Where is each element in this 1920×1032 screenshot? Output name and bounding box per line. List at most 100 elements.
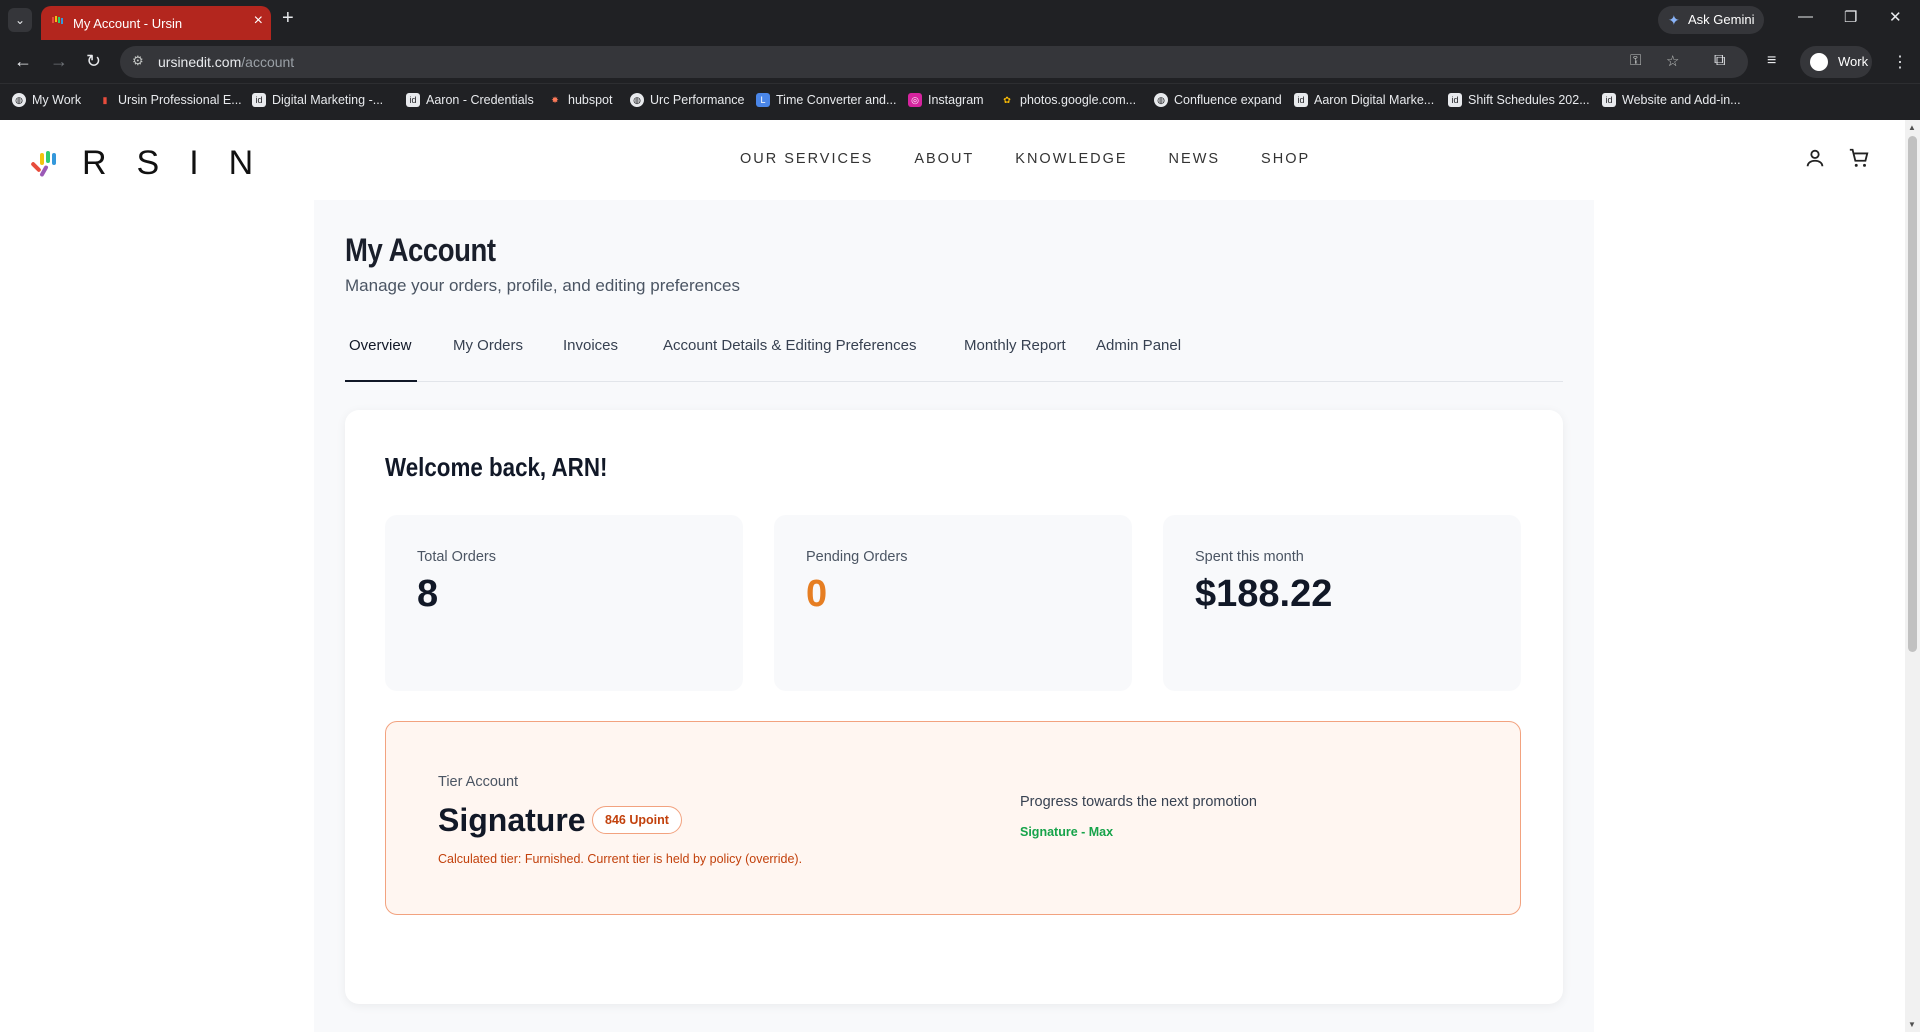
browser-tab-active[interactable]: My Account - Ursin × xyxy=(41,6,271,40)
bookmark-item[interactable]: id Aaron Digital Marke... xyxy=(1294,93,1434,107)
ask-gemini-button[interactable]: ✦ Ask Gemini xyxy=(1658,6,1764,34)
window-close-icon[interactable]: ✕ xyxy=(1889,8,1902,26)
tab-admin-panel[interactable]: Admin Panel xyxy=(1092,337,1185,382)
site-header: RSIN OUR SERVICES ABOUT KNOWLEDGE NEWS S… xyxy=(0,120,1905,200)
promotion-path: Signature - Max xyxy=(1020,825,1114,839)
doc-icon: id xyxy=(1602,93,1616,107)
restore-icon[interactable]: ❐ xyxy=(1844,8,1857,26)
bookmark-item[interactable]: id Website and Add-in... xyxy=(1602,93,1741,107)
tab-invoices[interactable]: Invoices xyxy=(559,337,622,382)
reload-icon[interactable]: ↻ xyxy=(86,51,101,72)
stat-pending-orders: Pending Orders 0 xyxy=(774,515,1132,691)
profile-button[interactable]: Work xyxy=(1800,46,1872,78)
bookmark-item[interactable]: id Aaron - Credentials xyxy=(406,93,534,107)
overview-card: Welcome back, ARN! Total Orders 8 Pendin… xyxy=(345,410,1563,1004)
scroll-up-icon[interactable]: ▲ xyxy=(1908,123,1916,132)
account-panel: My Account Manage your orders, profile, … xyxy=(314,200,1594,1032)
welcome-heading: Welcome back, ARN! xyxy=(385,452,608,482)
site-settings-icon[interactable]: ⚙ xyxy=(132,53,144,69)
globe-icon: ◍ xyxy=(630,93,644,107)
site-logo[interactable]: RSIN xyxy=(30,144,284,183)
tab-overview[interactable]: Overview xyxy=(345,337,417,382)
ursin-favicon-icon xyxy=(52,16,63,24)
page-title: My Account xyxy=(345,232,496,268)
tier-label: Tier Account xyxy=(438,774,519,790)
page-subtitle: Manage your orders, profile, and editing… xyxy=(345,276,741,295)
photos-icon: ✿ xyxy=(1003,95,1011,105)
address-bar[interactable]: ⚙ ursinedit.com/account ⚿ ☆ xyxy=(120,46,1748,78)
cart-icon[interactable] xyxy=(1848,147,1870,169)
url-text: ursinedit.com/account xyxy=(158,54,295,70)
doc-icon: id xyxy=(406,93,420,107)
main-nav: OUR SERVICES ABOUT KNOWLEDGE NEWS SHOP xyxy=(740,151,1310,167)
tab-monthly-report[interactable]: Monthly Report xyxy=(960,337,1070,382)
stat-value: $188.22 xyxy=(1195,573,1333,615)
bookmarks-bar: ◍ My Work ▮ Ursin Professional E... id Digi… xyxy=(0,84,1920,120)
avatar xyxy=(1810,53,1828,71)
doc-icon: id xyxy=(1294,93,1308,107)
stat-total-orders: Total Orders 8 xyxy=(385,515,743,691)
nav-news[interactable]: NEWS xyxy=(1169,151,1221,167)
bookmark-item[interactable]: ◍ My Work xyxy=(12,93,81,107)
scrollbar-thumb[interactable] xyxy=(1908,136,1917,652)
nav-knowledge[interactable]: KNOWLEDGE xyxy=(1015,151,1127,167)
bookmark-item[interactable]: ◎ Instagram xyxy=(908,93,984,107)
bookmark-item[interactable]: ◍ Confluence expand xyxy=(1154,93,1282,107)
promotion-progress-label: Progress towards the next promotion xyxy=(1020,794,1257,810)
tab-title: My Account - Ursin xyxy=(73,16,183,31)
bookmark-item[interactable]: ▮ Ursin Professional E... xyxy=(98,93,242,107)
clock-icon: L xyxy=(756,93,770,107)
page-viewport: RSIN OUR SERVICES ABOUT KNOWLEDGE NEWS S… xyxy=(0,120,1905,1032)
doc-icon: id xyxy=(252,93,266,107)
instagram-icon: ◎ xyxy=(908,93,922,107)
stat-label: Pending Orders xyxy=(806,549,908,565)
gemini-sparkle-icon: ✦ xyxy=(1668,12,1680,28)
ursin-icon: ▮ xyxy=(102,95,108,105)
ask-gemini-label: Ask Gemini xyxy=(1688,12,1755,27)
profile-name: Work xyxy=(1838,54,1869,69)
nav-about[interactable]: ABOUT xyxy=(914,151,974,167)
bookmark-item[interactable]: id Shift Schedules 202... xyxy=(1448,93,1590,107)
hubspot-icon: ✸ xyxy=(551,95,559,105)
globe-icon: ◍ xyxy=(12,93,26,107)
nav-shop[interactable]: SHOP xyxy=(1261,151,1310,167)
reading-list-icon[interactable]: ≡ xyxy=(1767,52,1776,70)
close-tab-icon[interactable]: × xyxy=(254,12,263,30)
more-menu-icon[interactable]: ⋮ xyxy=(1892,52,1908,72)
extensions-icon[interactable]: ⧉ xyxy=(1714,52,1725,70)
page-scrollbar[interactable]: ▲ ▼ xyxy=(1905,120,1920,1032)
password-key-icon[interactable]: ⚿ xyxy=(1630,52,1641,69)
bookmark-item[interactable]: ◍ Urc Performance xyxy=(630,93,744,107)
doc-icon: id xyxy=(1448,93,1462,107)
bookmark-item[interactable]: id Digital Marketing -... xyxy=(252,93,383,107)
back-arrow-icon[interactable]: ← xyxy=(14,51,32,72)
new-tab-icon[interactable]: + xyxy=(282,7,294,30)
user-account-icon[interactable] xyxy=(1804,147,1826,169)
tab-search-chevron-icon[interactable]: ⌄ xyxy=(8,8,32,32)
bookmark-item[interactable]: L Time Converter and... xyxy=(756,93,896,107)
stat-label: Total Orders xyxy=(417,549,496,565)
stat-value: 0 xyxy=(806,573,828,615)
globe-icon: ◍ xyxy=(1154,93,1168,107)
ursin-logo-icon xyxy=(30,150,64,177)
tab-account-details[interactable]: Account Details & Editing Preferences xyxy=(659,337,920,382)
bookmark-item[interactable]: ✿ photos.google.com... xyxy=(1000,93,1136,107)
upoint-badge: 846 Upoint xyxy=(592,806,682,834)
forward-arrow-icon[interactable]: → xyxy=(50,51,68,72)
account-tabs: Overview My Orders Invoices Account Deta… xyxy=(345,337,1563,382)
minimize-icon[interactable]: — xyxy=(1798,8,1813,25)
browser-toolbar: ← → ↻ ⚙ ursinedit.com/account ⚿ ☆ ⧉ ≡ Wo… xyxy=(0,40,1920,84)
browser-tab-bar: ⌄ My Account - Ursin × + ✦ Ask Gemini — … xyxy=(0,0,1920,40)
nav-our-services[interactable]: OUR SERVICES xyxy=(740,151,873,167)
scroll-down-icon[interactable]: ▼ xyxy=(1908,1020,1916,1029)
stat-label: Spent this month xyxy=(1195,549,1304,565)
bookmark-item[interactable]: ✸ hubspot xyxy=(548,93,612,107)
tier-account-box: Tier Account Signature 846 Upoint Calcul… xyxy=(385,721,1521,915)
stat-value: 8 xyxy=(417,573,439,615)
bookmark-star-icon[interactable]: ☆ xyxy=(1666,52,1679,70)
stat-spent-this-month: Spent this month $188.22 xyxy=(1163,515,1521,691)
tier-name: Signature xyxy=(438,802,586,838)
tab-my-orders[interactable]: My Orders xyxy=(449,337,527,382)
tier-note: Calculated tier: Furnished. Current tier… xyxy=(438,852,803,866)
logo-text: RSIN xyxy=(82,144,284,182)
